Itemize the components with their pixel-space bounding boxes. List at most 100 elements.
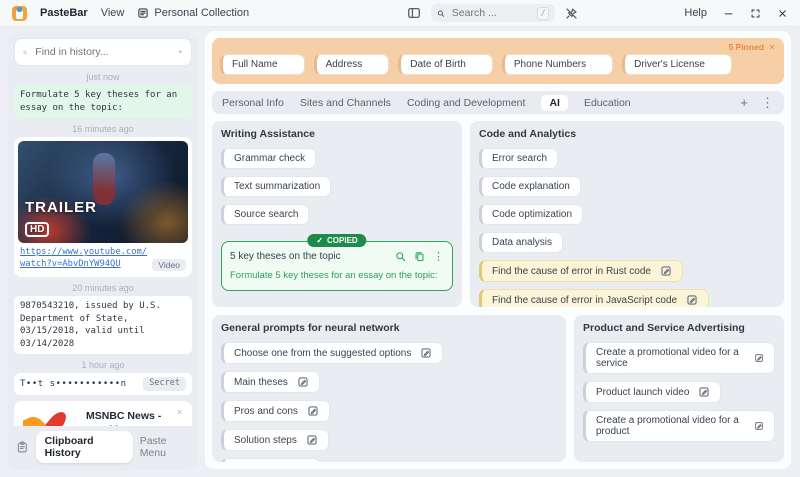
board-title: Product and Service Advertising	[583, 322, 745, 334]
search-icon	[23, 47, 27, 58]
prompt-item[interactable]: Source search	[221, 204, 310, 225]
pinned-item[interactable]: Driver's License	[622, 54, 732, 75]
maximize-icon[interactable]	[750, 8, 761, 19]
prompt-item[interactable]: Choose one from the suggested options	[221, 342, 444, 364]
tab-sites-and-channels[interactable]: Sites and Channels	[300, 97, 391, 109]
link-preview-close-icon[interactable]: ✕	[176, 408, 183, 417]
note-edit-icon	[306, 434, 318, 446]
card-menu-dots-icon[interactable]: ⋮	[433, 250, 444, 263]
prompt-item[interactable]: Code optimization	[479, 204, 584, 225]
prompt-label: Pros and cons	[234, 405, 298, 417]
tab-clipboard-history[interactable]: Clipboard History	[35, 431, 133, 463]
close-icon[interactable]	[777, 8, 788, 19]
prompt-item[interactable]: Error search	[479, 148, 559, 169]
note-edit-icon	[297, 376, 309, 388]
clipboard-history-list: just now Formulate 5 key theses for an e…	[14, 66, 192, 426]
note-edit-icon	[307, 405, 319, 417]
tab-ai[interactable]: AI	[541, 94, 568, 111]
prompt-label: Create a promotional video for a service	[596, 347, 739, 369]
minimize-icon[interactable]	[723, 8, 734, 19]
video-thumbnail[interactable]: TRAILER HD	[18, 141, 188, 244]
copy-icon[interactable]	[414, 251, 425, 262]
prompt-item-highlighted[interactable]: Find the cause of error in Rust code	[479, 260, 683, 282]
tab-coding-and-development[interactable]: Coding and Development	[407, 97, 526, 109]
filter-icon[interactable]	[178, 46, 183, 58]
prompt-item[interactable]: Comparison	[221, 458, 320, 462]
prompt-item[interactable]: Grammar check	[221, 148, 317, 169]
history-timestamp: 20 minutes ago	[72, 282, 134, 293]
prompt-label: Find the cause of error in JavaScript co…	[492, 294, 678, 306]
app-title: PasteBar	[40, 7, 88, 19]
prompt-item-highlighted[interactable]: Find the cause of error in JavaScript co…	[479, 289, 710, 307]
prompt-item[interactable]: Text summarization	[221, 176, 332, 197]
menu-personal-collection-label: Personal Collection	[154, 7, 250, 19]
pinned-close-icon[interactable]	[768, 43, 776, 51]
copied-badge: ✓ COPIED	[307, 234, 367, 247]
prompt-item[interactable]: Create a promotional video for a product	[583, 410, 775, 442]
history-timestamp: just now	[86, 72, 120, 82]
global-search-input[interactable]	[449, 6, 532, 20]
prompt-label: Main theses	[234, 376, 288, 388]
history-item-secret[interactable]: T••t s•••••••••••n Secret	[14, 373, 192, 396]
clipboard-icon[interactable]	[16, 440, 29, 454]
find-in-history[interactable]	[14, 38, 192, 66]
tab-education[interactable]: Education	[584, 97, 631, 109]
titlebar: PasteBar View Personal Collection / Help	[0, 0, 800, 27]
menu-view[interactable]: View	[101, 7, 125, 19]
sidebar-toggle-icon[interactable]	[407, 6, 421, 20]
prompt-label: Choose one from the suggested options	[234, 347, 412, 359]
help-menu[interactable]: Help	[684, 7, 707, 19]
pinned-item[interactable]: Full Name	[220, 54, 305, 75]
video-link[interactable]: https://www.youtube.com/watch?v=AbvDnYW9…	[20, 247, 148, 271]
find-in-history-input[interactable]	[33, 45, 173, 59]
prompt-label: Text summarization	[234, 181, 321, 192]
board-code-and-analytics: Code and Analytics Error search Code exp…	[470, 121, 784, 307]
prompt-item[interactable]: Pros and cons	[221, 400, 330, 422]
global-search[interactable]: /	[431, 4, 556, 22]
msnbc-logo: MS	[23, 410, 79, 426]
history-item-video[interactable]: TRAILER HD https://www.youtube.com/watch…	[14, 137, 192, 277]
pin-off-icon[interactable]	[565, 7, 578, 20]
history-item-document[interactable]: 9870543210, issued by U.S. Department of…	[14, 295, 192, 355]
prompt-label: Grammar check	[234, 153, 306, 164]
collection-panel: 5 Pinned Full Name Address Date of Birth…	[204, 30, 792, 470]
prompt-label: Product launch video	[596, 386, 690, 398]
board-writing-assistance: Writing Assistance Grammar check Text su…	[212, 121, 462, 307]
history-timestamp: 16 minutes ago	[72, 124, 134, 135]
collection-tabbar: Personal Info Sites and Channels Coding …	[212, 91, 784, 114]
search-icon[interactable]	[395, 251, 406, 262]
menu-personal-collection[interactable]: Personal Collection	[137, 7, 249, 19]
pinned-item[interactable]: Date of Birth	[398, 54, 493, 75]
prompt-label: Data analysis	[492, 237, 553, 248]
secret-type-badge: Secret	[143, 377, 186, 392]
video-type-badge: Video	[152, 258, 186, 271]
pinned-item[interactable]: Phone Numbers	[501, 54, 614, 75]
copied-badge-label: COPIED	[327, 236, 358, 245]
history-timestamp: 1 hour ago	[81, 360, 125, 371]
prompt-label: Code optimization	[492, 209, 573, 220]
copied-card-title: 5 key theses on the topic	[230, 251, 341, 262]
board-title: Writing Assistance	[221, 128, 315, 140]
tab-menu-dots-icon[interactable]: ⋮	[761, 95, 774, 111]
copied-prompt-card[interactable]: ✓ COPIED 5 key theses on the topic ⋮ For…	[221, 234, 453, 291]
prompt-label: Find the cause of error in Rust code	[492, 265, 651, 277]
prompt-label: Source search	[234, 209, 299, 220]
prompt-item[interactable]: Product launch video	[583, 381, 722, 403]
history-item-theses[interactable]: Formulate 5 key theses for an essay on t…	[14, 85, 192, 119]
prompt-label: Solution steps	[234, 434, 297, 446]
tab-paste-menu[interactable]: Paste Menu	[140, 435, 190, 459]
prompt-item[interactable]: Data analysis	[479, 232, 564, 253]
prompt-label: Code explanation	[492, 181, 570, 192]
board-product-advertising: Product and Service Advertising Create a…	[574, 315, 784, 462]
prompt-item[interactable]: Create a promotional video for a service	[583, 342, 775, 374]
prompt-item[interactable]: Code explanation	[479, 176, 581, 197]
note-edit-icon	[686, 294, 698, 306]
thumbnail-title-text: TRAILER	[25, 199, 97, 217]
history-item-link-preview[interactable]: ✕ MS MSNBC News - Breaking News an... MS…	[14, 401, 192, 426]
prompt-item[interactable]: Solution steps	[221, 429, 329, 451]
pinned-item[interactable]: Address	[313, 54, 390, 75]
prompt-item[interactable]: Main theses	[221, 371, 320, 393]
add-tab-icon[interactable]: +	[740, 95, 748, 110]
link-preview-title: MSNBC News - Breaking News an...	[86, 410, 162, 426]
tab-personal-info[interactable]: Personal Info	[222, 97, 284, 109]
